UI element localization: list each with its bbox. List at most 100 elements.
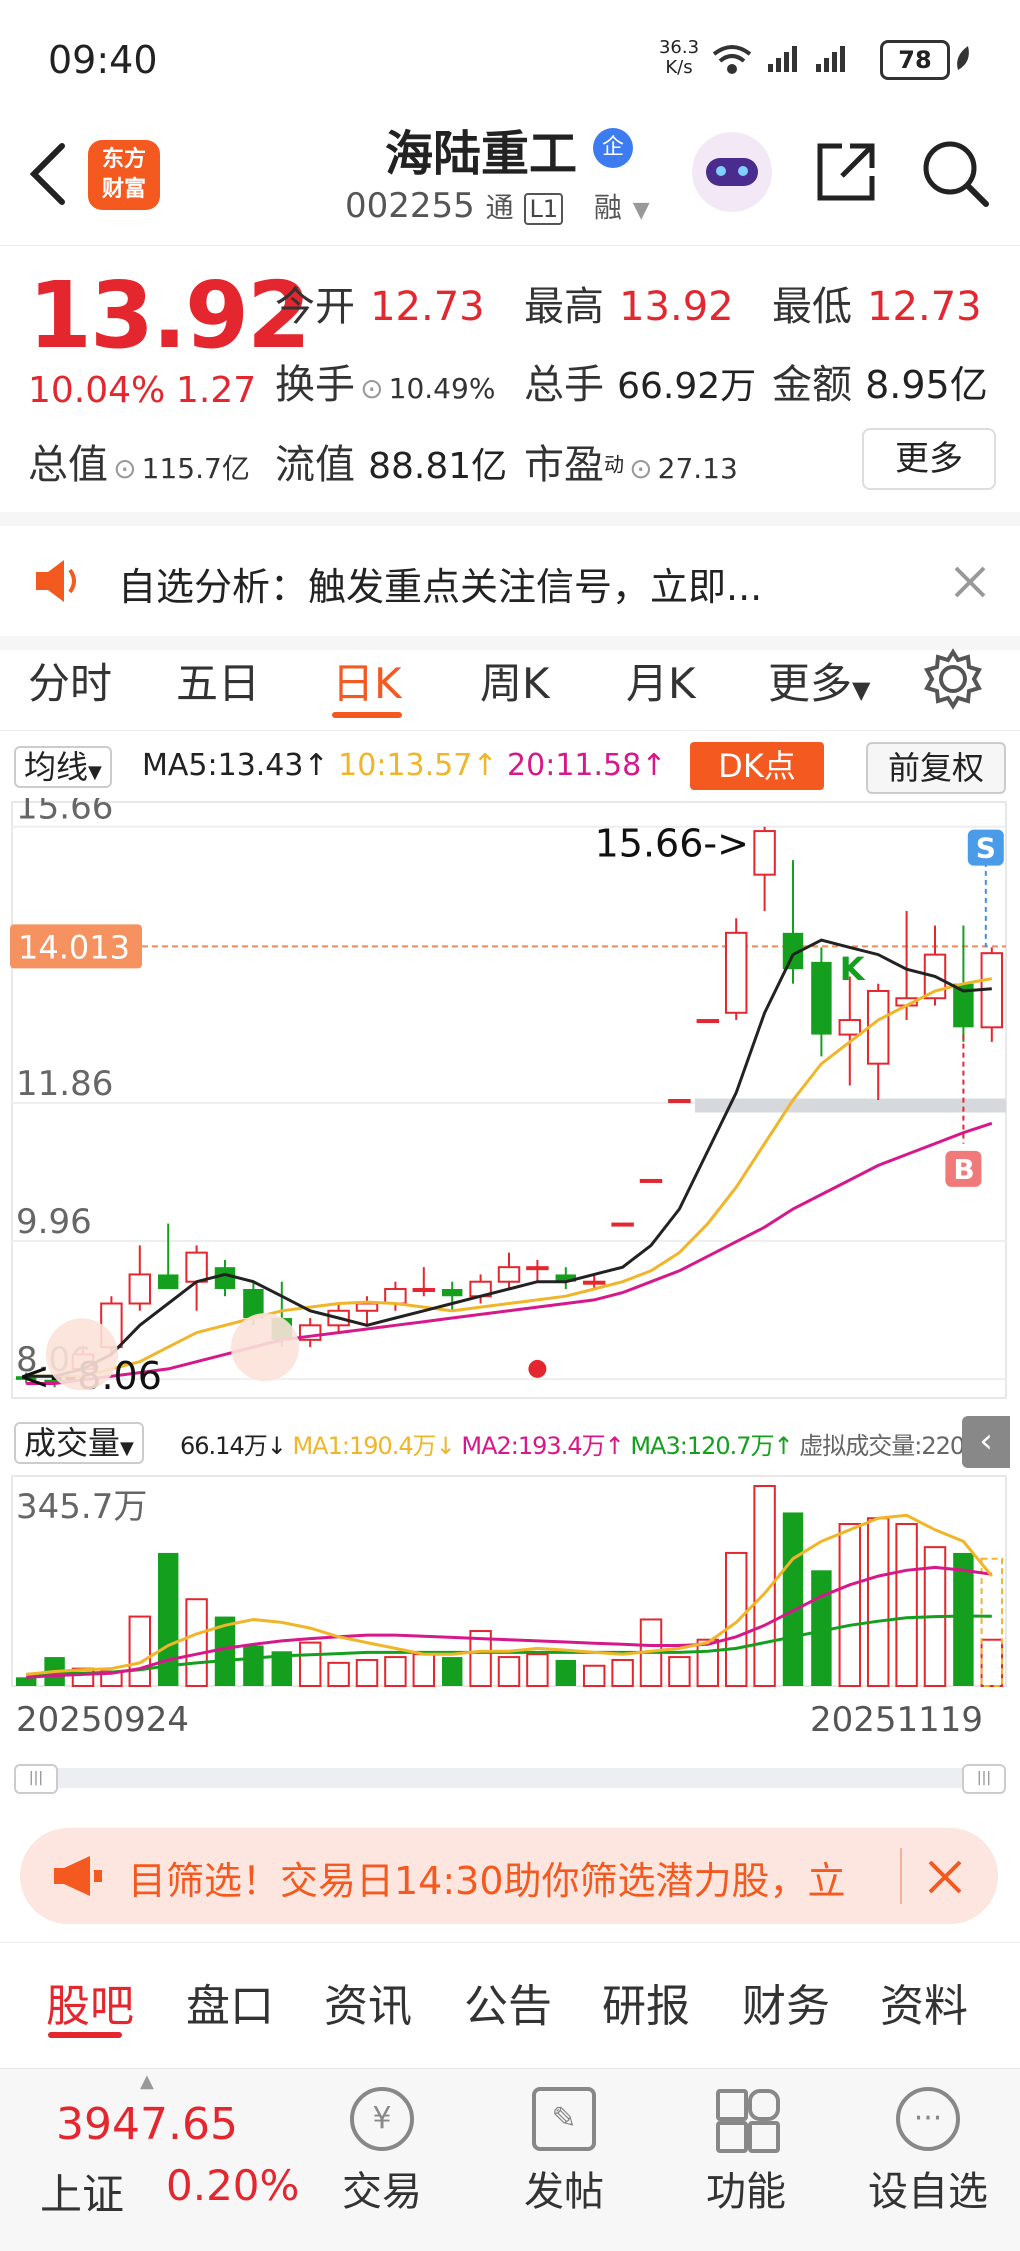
tab-guba[interactable]: 股吧 — [46, 1970, 134, 2034]
sell-signal-label: S — [976, 832, 996, 865]
candle-body — [185, 1251, 208, 1283]
kline-chart[interactable]: 15.6611.869.968.0614.01315.66-><--8.06SB… — [0, 798, 1020, 1408]
adjust-button[interactable]: 前复权 — [866, 742, 1006, 794]
caret-down-icon: ▼ — [120, 1438, 134, 1459]
volume-bar — [412, 1653, 436, 1687]
close-icon[interactable] — [952, 564, 988, 600]
amount-value: 8.95亿 — [865, 363, 988, 407]
range-scrollbar[interactable]: ||| ||| — [14, 1764, 1006, 1794]
tab-daily-k[interactable]: 日K — [332, 650, 402, 711]
promo-banner[interactable]: 目筛选！交易日14:30助你筛选潜力股，立 — [20, 1828, 998, 1924]
volume-select[interactable]: 成交量▼ — [14, 1418, 144, 1464]
nav-functions[interactable]: 功能 — [676, 2087, 816, 2217]
amount-stat: 金额 8.95亿 — [772, 352, 988, 410]
volume-chart[interactable]: 345.7万 — [0, 1472, 1020, 1694]
candle-body — [582, 1280, 606, 1285]
open-stat: 今开 12.73 — [275, 274, 485, 332]
ma-values: MA5:13.43↑ 10:13.57↑ 20:11.58↑ — [142, 748, 666, 783]
amount-label: 金额 — [772, 362, 852, 408]
tab-monthly-k[interactable]: 月K — [626, 650, 696, 711]
volume-bar — [15, 1677, 37, 1686]
volume-bar — [611, 1658, 634, 1687]
candle-body — [611, 1222, 634, 1227]
collapse-arrow-icon[interactable]: ‹ — [962, 1416, 1010, 1468]
nav-trade[interactable]: ¥ 交易 — [312, 2087, 452, 2217]
dk-point-button[interactable]: DK点 — [690, 742, 824, 790]
candle-body — [128, 1273, 152, 1305]
ai-assistant-avatar[interactable] — [692, 132, 772, 212]
stock-code-row: 002255 通 L1 融 ▼ — [345, 186, 650, 226]
grid-icon — [714, 2087, 780, 2153]
tab-intraday[interactable]: 分时 — [28, 650, 112, 711]
expand-icon — [231, 1313, 299, 1382]
cell-signal-icon — [768, 46, 797, 72]
scroll-handle-left[interactable]: ||| — [14, 1764, 58, 1794]
share-icon[interactable] — [812, 138, 880, 206]
float-value: 88.81亿 — [368, 446, 508, 487]
net-speed-unit: K/s — [665, 57, 693, 78]
nav-add-watchlist[interactable]: ··· 设自选 — [858, 2087, 998, 2217]
promo-divider — [900, 1848, 902, 1904]
info-icon[interactable]: ⊙ — [629, 452, 652, 485]
mktcap-stat: 总值 ⊙ 115.7亿 — [28, 432, 250, 490]
close-icon[interactable] — [926, 1858, 964, 1896]
tab-five-day[interactable]: 五日 — [176, 650, 260, 711]
volume-stat: 总手 66.92万 — [524, 352, 756, 410]
index-name[interactable]: 上证 — [40, 2161, 124, 2222]
chevron-down-icon[interactable]: ▼ — [633, 198, 650, 223]
candle-body — [214, 1267, 236, 1289]
info-icon[interactable]: ⊙ — [360, 372, 383, 405]
high-value: 13.92 — [619, 284, 734, 330]
search-icon[interactable] — [920, 138, 992, 210]
volume-bar — [497, 1656, 521, 1687]
tab-profile[interactable]: 资料 — [880, 1970, 968, 2034]
volume-bar — [724, 1551, 748, 1688]
tab-announcements[interactable]: 公告 — [464, 1970, 552, 2034]
notice-text: 自选分析：触发重点关注信号，立即... — [118, 565, 763, 609]
vol-ma1: MA1:190.4万↓ — [292, 1432, 455, 1460]
tab-news[interactable]: 资讯 — [324, 1970, 412, 2034]
index-change[interactable]: 0.20% — [166, 2161, 299, 2210]
back-icon[interactable] — [26, 140, 70, 208]
gear-icon[interactable] — [922, 648, 984, 710]
tab-more-label: 更多 — [768, 659, 853, 708]
nav-functions-label: 功能 — [706, 2169, 786, 2215]
tab-research[interactable]: 研报 — [602, 1970, 690, 2034]
tag-rong: 融 — [593, 191, 622, 224]
tab-more[interactable]: 更多▼ — [768, 650, 870, 711]
stock-code: 002255 — [345, 186, 475, 226]
promo-text: 目筛选！交易日14:30助你筛选潜力股，立 — [128, 1859, 846, 1903]
price-tag-text: 14.013 — [18, 928, 130, 966]
turnover-value: 10.49% — [388, 372, 496, 405]
notice-bar[interactable]: 自选分析：触发重点关注信号，立即... — [0, 512, 1020, 650]
turnover-stat: 换手 ⊙ 10.49% — [275, 352, 495, 410]
nav-post[interactable]: ✎ 发帖 — [494, 2087, 634, 2217]
speaker-icon — [36, 560, 76, 602]
divider — [0, 1942, 1020, 1943]
ma-select[interactable]: 均线▼ — [14, 742, 112, 788]
index-value[interactable]: 3947.65 — [56, 2099, 238, 2150]
stock-name: 海陆重工 — [385, 126, 578, 182]
info-icon[interactable]: ⊙ — [113, 452, 136, 485]
volume-bar — [866, 1517, 890, 1687]
volume-bar — [298, 1641, 322, 1687]
scroll-handle-right[interactable]: ||| — [962, 1764, 1006, 1794]
signal-icons — [712, 45, 845, 74]
volume-label: 总手 — [524, 362, 604, 408]
tab-weekly-k[interactable]: 周K — [480, 650, 550, 711]
candle-body — [412, 1287, 436, 1292]
start-date: 20250924 — [16, 1700, 190, 1740]
caret-down-icon: ▼ — [852, 676, 871, 704]
float-label: 流值 — [275, 442, 355, 488]
pe-sup: 动 — [604, 452, 624, 477]
bottom-nav: ▲ 3947.65 上证 0.20% ¥ 交易 ✎ 发帖 功能 ··· 设自选 — [0, 2068, 1020, 2251]
net-speed: 36.3 K/s — [655, 38, 703, 78]
pe-label: 市盈 — [524, 442, 604, 488]
candle-body — [696, 1019, 720, 1024]
candle-body — [384, 1287, 407, 1305]
y-axis-label: 11.86 — [16, 1064, 113, 1104]
megaphone-icon — [54, 1856, 102, 1896]
more-button[interactable]: 更多 — [862, 428, 996, 490]
tab-finance[interactable]: 财务 — [742, 1970, 830, 2034]
tab-pankou[interactable]: 盘口 — [186, 1970, 274, 2034]
